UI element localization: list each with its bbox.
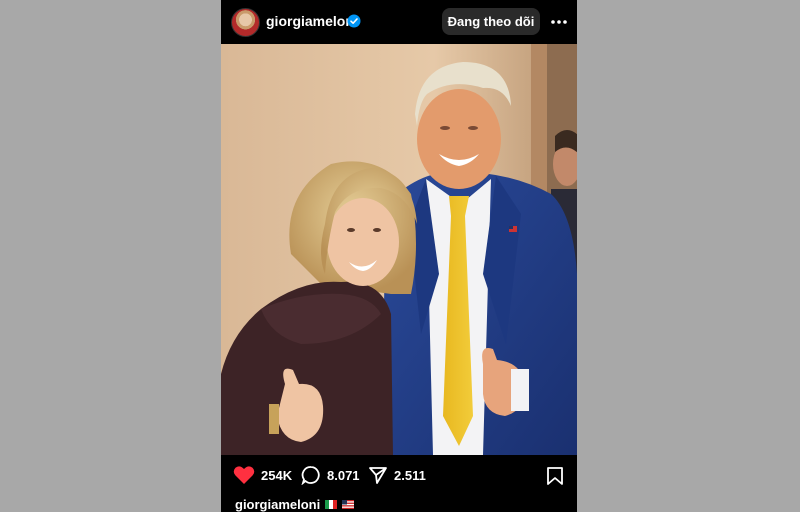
post-caption: giorgiameloni	[235, 497, 355, 512]
italy-flag-icon	[325, 500, 338, 509]
verified-badge-icon	[347, 14, 361, 28]
like-action[interactable]: 254K	[233, 465, 292, 485]
share-icon[interactable]	[368, 465, 388, 485]
comment-icon[interactable]	[301, 465, 321, 485]
caption-username[interactable]: giorgiameloni	[235, 497, 320, 512]
usa-flag-icon	[342, 500, 355, 509]
comment-action[interactable]: 8.071	[301, 465, 360, 485]
header-username[interactable]: giorgiameloni	[266, 13, 358, 29]
like-count: 254K	[261, 467, 293, 483]
heart-icon[interactable]	[233, 465, 255, 485]
profile-avatar[interactable]	[231, 8, 260, 37]
share-count: 2.511	[394, 467, 426, 483]
more-options-icon[interactable]	[549, 13, 569, 31]
comment-count: 8.071	[327, 467, 360, 483]
post-photo[interactable]	[221, 44, 577, 455]
post-header: giorgiameloni Đang theo dõi	[221, 0, 577, 44]
post-actions: 254K 8.071 2.511	[221, 455, 577, 495]
instagram-post: giorgiameloni Đang theo dõi 254K 8.071 2…	[221, 0, 577, 512]
save-icon[interactable]	[546, 466, 564, 486]
following-button[interactable]: Đang theo dõi	[442, 8, 540, 35]
share-action[interactable]: 2.511	[368, 465, 426, 485]
